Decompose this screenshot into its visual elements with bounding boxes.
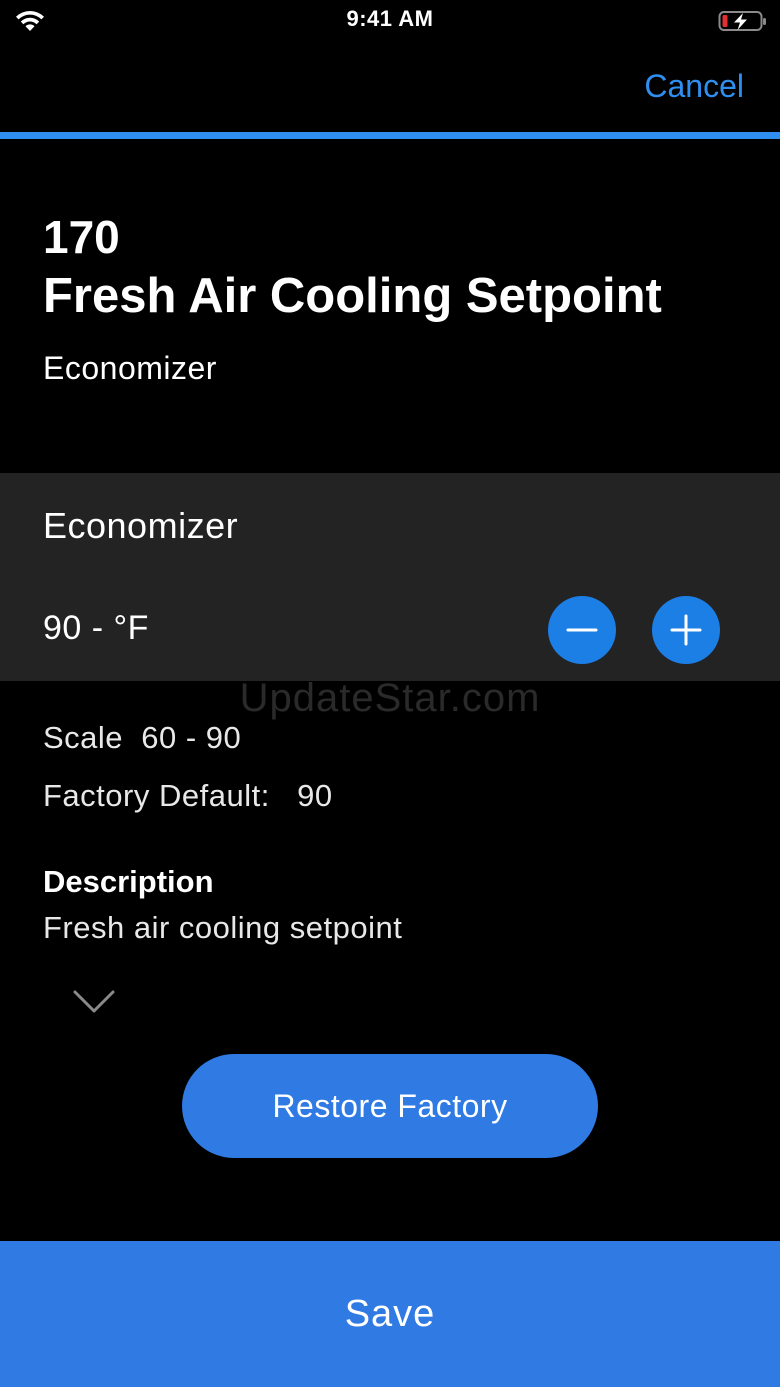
value-panel-label: Economizer	[43, 505, 239, 546]
description-text: Fresh air cooling setpoint	[43, 910, 403, 945]
watermark: UpdateStar.com	[239, 676, 541, 720]
header-divider	[0, 132, 780, 139]
decrement-button[interactable]	[548, 596, 616, 664]
cancel-button[interactable]: Cancel	[644, 68, 744, 105]
value-panel: Economizer 90 - °F	[0, 473, 780, 681]
page-title: Fresh Air Cooling Setpoint	[43, 269, 662, 323]
save-button[interactable]: Save	[0, 1241, 780, 1387]
chevron-down-icon[interactable]	[72, 988, 116, 1016]
parameter-number: 170	[43, 211, 120, 263]
description-heading: Description	[43, 864, 214, 899]
status-bar: 9:41 AM	[0, 0, 780, 44]
battery-charging-low-icon	[718, 11, 766, 31]
plus-icon	[670, 614, 702, 646]
scale-range: Scale 60 - 90	[43, 720, 242, 755]
minus-icon	[566, 628, 598, 632]
parameter-category: Economizer	[43, 350, 217, 386]
status-time: 9:41 AM	[346, 6, 434, 31]
restore-factory-button[interactable]: Restore Factory	[182, 1054, 598, 1158]
increment-button[interactable]	[652, 596, 720, 664]
factory-default: Factory Default: 90	[43, 778, 333, 813]
current-value: 90 - °F	[43, 609, 149, 647]
